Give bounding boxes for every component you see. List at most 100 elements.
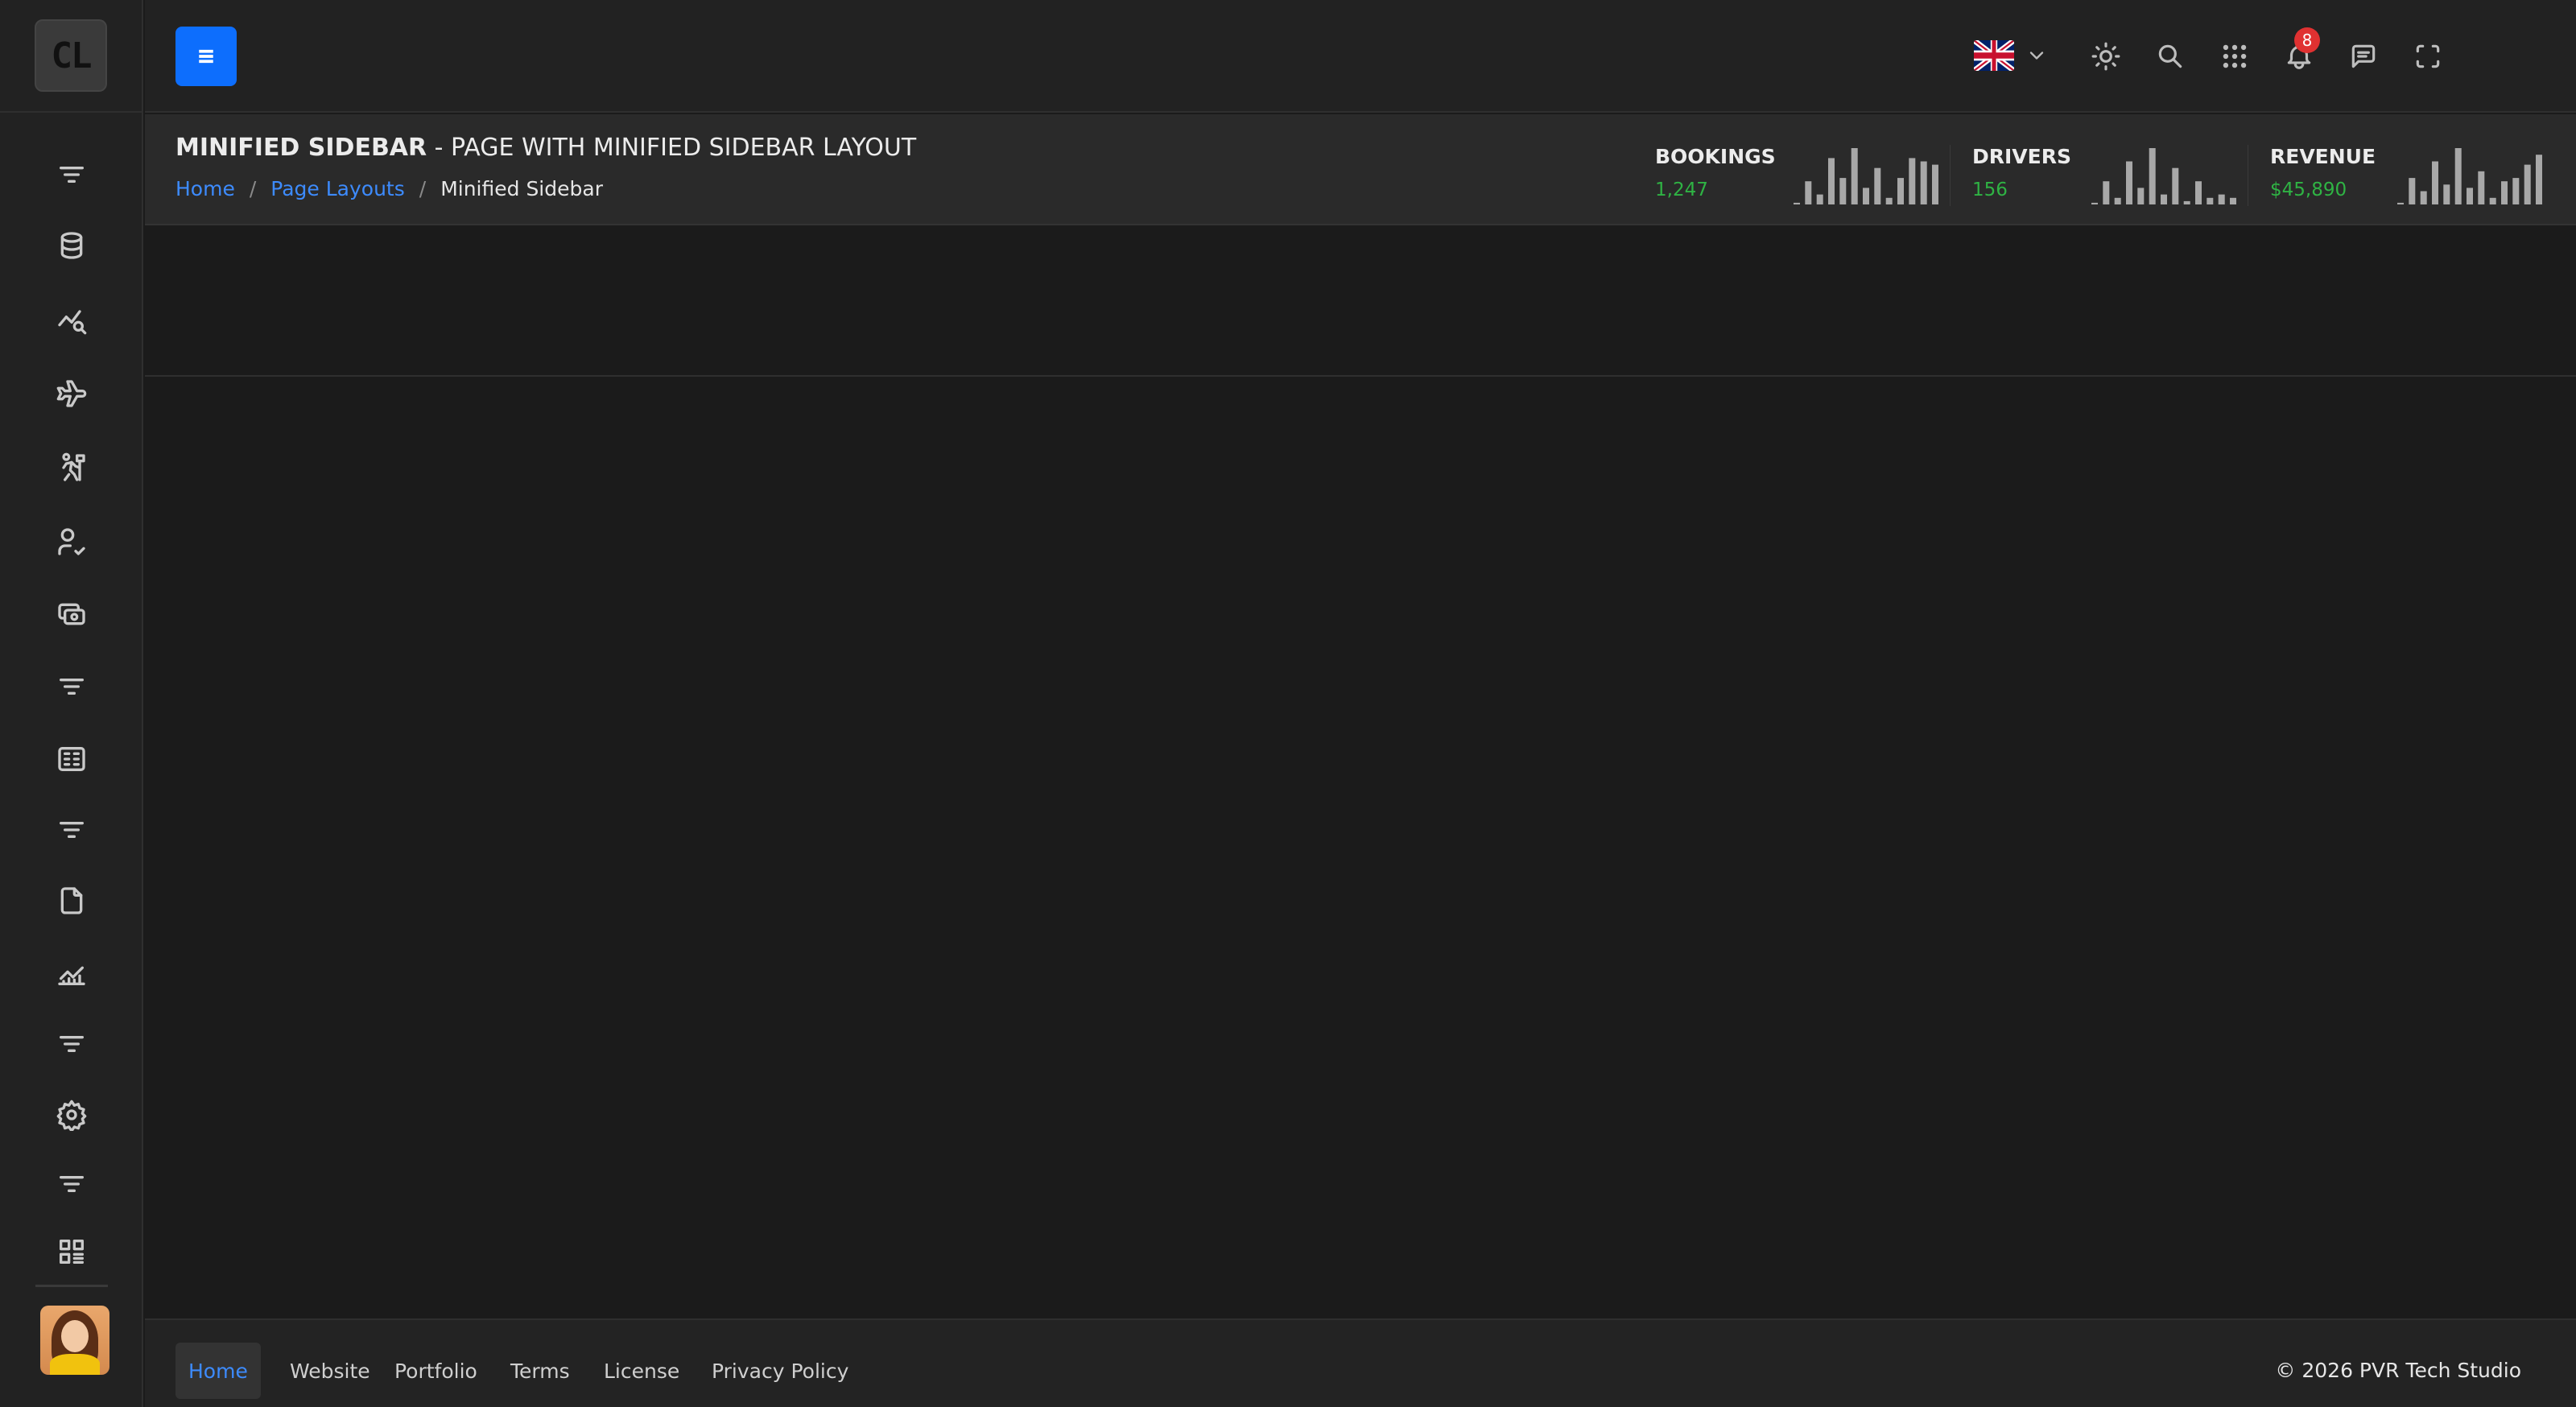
spark-bar	[1897, 178, 1904, 204]
breadcrumb-current: Minified Sidebar	[440, 177, 603, 200]
user-direction-icon[interactable]	[52, 448, 92, 488]
spark-bar	[2103, 181, 2110, 204]
apps-grid-icon[interactable]	[2214, 35, 2256, 77]
spark-bar	[2420, 191, 2427, 204]
fullscreen-icon[interactable]	[2407, 35, 2449, 77]
spark-bar	[2230, 197, 2236, 204]
spark-bar	[2195, 181, 2202, 204]
search-icon[interactable]	[2149, 35, 2191, 77]
stat-revenue: REVENUE $45,890	[2270, 145, 2376, 200]
spark-bar	[1909, 158, 1916, 204]
spark-bar	[2137, 188, 2145, 204]
sidebar: CL	[0, 0, 143, 1407]
spark-bar	[2478, 171, 2485, 204]
database-icon[interactable]	[52, 225, 92, 266]
stat-value: $45,890	[2270, 179, 2347, 200]
footer-link-license[interactable]: License	[591, 1343, 692, 1399]
spark-bar	[2489, 197, 2496, 204]
spark-bar	[2149, 148, 2156, 204]
breadcrumb-page-layouts[interactable]: Page Layouts	[270, 177, 404, 200]
file-icon[interactable]	[52, 881, 92, 921]
cash-icon[interactable]	[52, 594, 92, 634]
filter-lines-icon[interactable]	[52, 1024, 92, 1064]
stat-drivers: DRIVERS 156	[1972, 145, 2071, 200]
footer-link-privacy-policy[interactable]: Privacy Policy	[699, 1343, 861, 1399]
settings-gear-icon[interactable]	[52, 1095, 92, 1135]
spark-bar	[1885, 197, 1893, 204]
stat-bookings: BOOKINGS 1,247	[1655, 145, 1776, 200]
chevron-down-icon[interactable]	[2021, 37, 2053, 74]
spark-bar	[1874, 167, 1881, 204]
page-title-rest: - PAGE WITH MINIFIED SIDEBAR LAYOUT	[427, 134, 917, 162]
bookings-sparkline	[1794, 148, 1938, 204]
breadcrumb-separator: /	[249, 177, 257, 200]
page-header: MINIFIED SIDEBAR - PAGE WITH MINIFIED SI…	[145, 114, 2576, 225]
spark-bar	[2207, 197, 2214, 204]
sidebar-logo-area: CL	[0, 0, 142, 113]
spark-bar	[2218, 194, 2225, 204]
menu-toggle-button[interactable]	[175, 27, 237, 86]
filter-lines-icon[interactable]	[52, 1164, 92, 1204]
spark-bar	[2409, 178, 2416, 204]
chart-search-icon[interactable]	[52, 299, 92, 340]
sun-icon[interactable]	[2085, 35, 2127, 77]
footer: Home Website Portfolio Terms License Pri…	[145, 1318, 2576, 1407]
spark-bar	[1794, 202, 1800, 204]
footer-link-website[interactable]: Website	[277, 1343, 383, 1399]
spark-bar	[1851, 148, 1858, 204]
list-details-icon[interactable]	[52, 739, 92, 779]
stat-label: BOOKINGS	[1655, 145, 1776, 168]
spark-bar	[1805, 181, 1812, 204]
spark-bar	[1863, 188, 1869, 204]
spark-bar	[2183, 200, 2190, 204]
stat-divider	[1950, 145, 1951, 206]
spark-bar	[1932, 164, 1938, 204]
spark-bar	[1920, 161, 1927, 204]
filter-lines-icon[interactable]	[52, 810, 92, 850]
spark-bar	[2454, 148, 2462, 204]
user-check-icon[interactable]	[52, 522, 92, 562]
stat-label: DRIVERS	[1972, 145, 2071, 168]
language-flag-icon[interactable]	[1974, 40, 2014, 71]
spark-bar	[1839, 178, 1847, 204]
spark-bar	[2114, 197, 2121, 204]
spark-bar	[2467, 188, 2473, 204]
breadcrumb-separator: /	[419, 177, 427, 200]
filter-lines-icon[interactable]	[52, 666, 92, 707]
footer-link-terms[interactable]: Terms	[497, 1343, 583, 1399]
spark-bar	[2397, 202, 2404, 204]
hamburger-icon	[199, 49, 213, 64]
revenue-sparkline	[2397, 148, 2542, 204]
message-icon[interactable]	[2343, 35, 2384, 77]
spark-bar	[2443, 184, 2450, 204]
breadcrumb: Home / Page Layouts / Minified Sidebar	[175, 177, 603, 200]
stat-value: 1,247	[1655, 179, 1708, 200]
spark-bar	[2501, 181, 2508, 204]
breadcrumb-home[interactable]: Home	[175, 177, 235, 200]
page-title-bold: MINIFIED SIDEBAR	[175, 134, 427, 162]
footer-link-portfolio[interactable]: Portfolio	[382, 1343, 490, 1399]
plane-icon[interactable]	[52, 373, 92, 414]
spark-bar	[2161, 194, 2167, 204]
copyright: © 2026 PVR Tech Studio	[2275, 1359, 2521, 1382]
footer-link-home[interactable]: Home	[175, 1343, 261, 1399]
spark-bar	[2512, 178, 2520, 204]
spark-bar	[2432, 161, 2438, 204]
filter-lines-icon[interactable]	[52, 155, 92, 195]
chart-line-icon[interactable]	[52, 953, 92, 993]
topbar: 8	[145, 0, 2576, 113]
content-top-section	[145, 227, 2576, 377]
spark-bar	[1828, 158, 1835, 204]
spark-bar	[2091, 202, 2098, 204]
spark-bar	[2172, 167, 2179, 204]
notification-badge: 8	[2294, 27, 2320, 53]
brand-logo[interactable]: CL	[35, 19, 107, 92]
spark-bar	[2536, 155, 2542, 204]
spark-bar	[1816, 194, 1823, 204]
drivers-sparkline	[2091, 148, 2236, 204]
sidebar-user-avatar[interactable]	[40, 1306, 109, 1375]
spark-bar	[2524, 164, 2531, 204]
sidebar-divider	[35, 1285, 108, 1287]
spark-bar	[2126, 161, 2132, 204]
layout-dashboard-icon[interactable]	[52, 1232, 92, 1272]
